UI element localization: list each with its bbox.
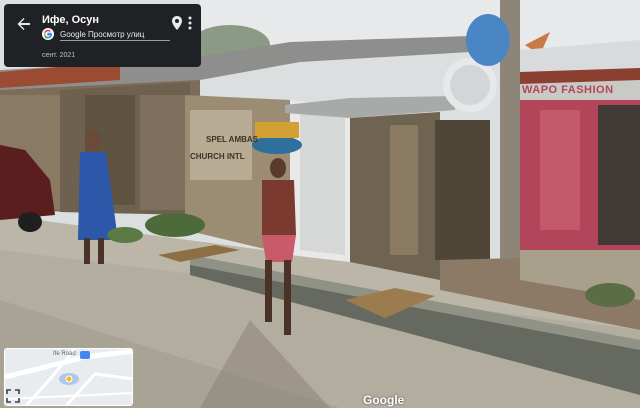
google-watermark: Google (363, 393, 405, 407)
location-info-card: Ифе, Осун Google Просмотр улиц сент. 202… (4, 4, 201, 67)
wall-sign-1: SPEL AMBAS (206, 135, 259, 144)
source-divider (60, 40, 170, 41)
capture-date[interactable]: сент. 2021 (42, 52, 75, 59)
minimap-roads (5, 349, 132, 405)
google-g-logo (42, 28, 54, 40)
minimap-road-label: Ife Road (53, 351, 76, 357)
imagery-source-link[interactable]: Google Просмотр улиц (60, 30, 144, 39)
place-title: Ифе, Осун (42, 14, 100, 26)
shop-sign: WAPO FASHION (522, 84, 614, 96)
arrow-left-icon[interactable] (13, 13, 35, 35)
location-pin-icon[interactable] (170, 15, 184, 31)
more-vert-icon[interactable] (186, 15, 194, 31)
fullscreen-icon[interactable] (6, 389, 20, 403)
minimap[interactable]: Ife Road (4, 348, 133, 406)
wall-sign-2: CHURCH INTL (190, 152, 245, 161)
